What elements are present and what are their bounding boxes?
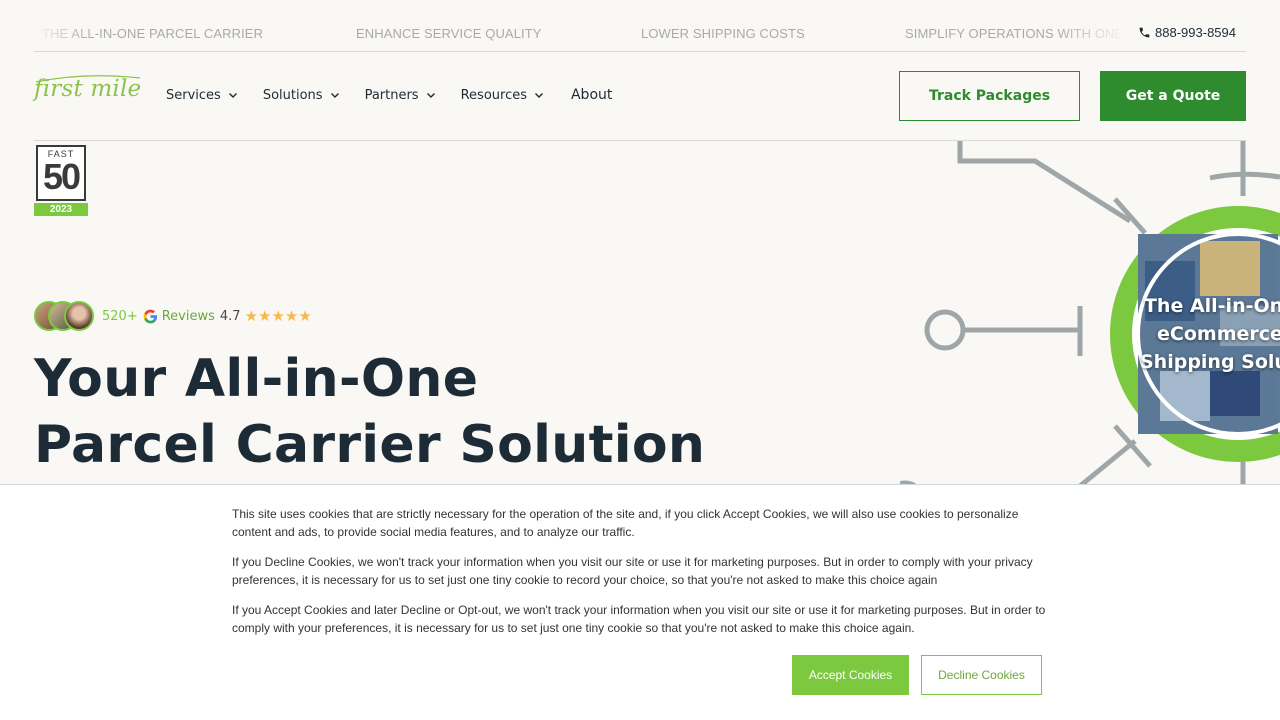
ticker-fade-right xyxy=(1056,14,1126,51)
star-icon: ★★★★★ xyxy=(244,306,312,325)
chevron-down-icon xyxy=(330,93,339,98)
phone-number: 888-993-8594 xyxy=(1155,25,1236,40)
cookie-text: If you Decline Cookies, we won't track y… xyxy=(232,555,1033,587)
chevron-down-icon xyxy=(228,93,237,98)
logo-swoosh-icon xyxy=(35,75,141,83)
circle-line: The All-in-One xyxy=(1143,295,1280,317)
reviews-summary[interactable]: 520+ Reviews 4.7 ★★★★★ xyxy=(34,300,312,332)
get-quote-button[interactable]: Get a Quote xyxy=(1100,71,1246,121)
main-navigation: first mile Services Solutions Partners R… xyxy=(34,52,1246,141)
decline-cookies-button[interactable]: Decline Cookies xyxy=(921,655,1042,695)
circle-line: eCommerce xyxy=(1157,323,1280,345)
ticker-fade-left xyxy=(34,14,94,51)
chevron-down-icon xyxy=(426,93,435,98)
menu-about[interactable]: About xyxy=(571,87,612,103)
menu-label: Resources xyxy=(460,87,527,103)
google-icon xyxy=(143,309,157,323)
hero-headline: Your All-in-One Parcel Carrier Solution xyxy=(34,346,734,478)
phone-icon xyxy=(1139,27,1150,38)
menu-resources[interactable]: Resources xyxy=(461,88,545,103)
avatar xyxy=(64,301,94,331)
menu-services[interactable]: Services xyxy=(166,88,239,103)
circle-line: Shipping Solution xyxy=(1140,351,1280,373)
menu: Services Solutions Partners Resources Ab… xyxy=(166,87,636,103)
fast50-badge: FAST 50 2023 xyxy=(34,143,88,216)
review-count: 520+ xyxy=(102,308,138,324)
announcement-ticker: THE ALL-IN-ONE PARCEL CARRIER ENHANCE SE… xyxy=(34,14,1246,52)
headline-line: Parcel Carrier Solution xyxy=(34,415,706,475)
cookie-banner: This site uses cookies that are strictly… xyxy=(0,484,1280,720)
fast50-year: 2023 xyxy=(34,203,88,216)
fast50-box: FAST 50 xyxy=(36,145,86,201)
menu-label: Partners xyxy=(364,87,419,103)
reviews-label: Reviews xyxy=(161,308,215,324)
accept-cookies-button[interactable]: Accept Cookies xyxy=(792,655,909,695)
circle-caption: The All-in-One eCommerce Shipping Soluti… xyxy=(1140,292,1280,376)
cookie-text: If you Accept Cookies and later Decline … xyxy=(232,603,1046,635)
reviewer-avatars xyxy=(34,300,96,332)
chevron-down-icon xyxy=(534,93,543,98)
headline-line: Your All-in-One xyxy=(34,349,479,409)
menu-label: Services xyxy=(166,87,221,103)
ticker-item: ENHANCE SERVICE QUALITY xyxy=(356,26,542,41)
menu-label: Solutions xyxy=(262,87,323,103)
menu-solutions[interactable]: Solutions xyxy=(263,88,341,103)
track-packages-button[interactable]: Track Packages xyxy=(899,71,1080,121)
phone-link[interactable]: 888-993-8594 xyxy=(1132,25,1236,40)
rating-stars: ★★★★★ xyxy=(244,306,312,325)
menu-partners[interactable]: Partners xyxy=(365,88,437,103)
review-score: 4.7 xyxy=(219,308,241,324)
ticker-item: LOWER SHIPPING COSTS xyxy=(641,26,805,41)
fast50-number: 50 xyxy=(42,156,81,197)
cookie-text: This site uses cookies that are strictly… xyxy=(232,507,1019,539)
